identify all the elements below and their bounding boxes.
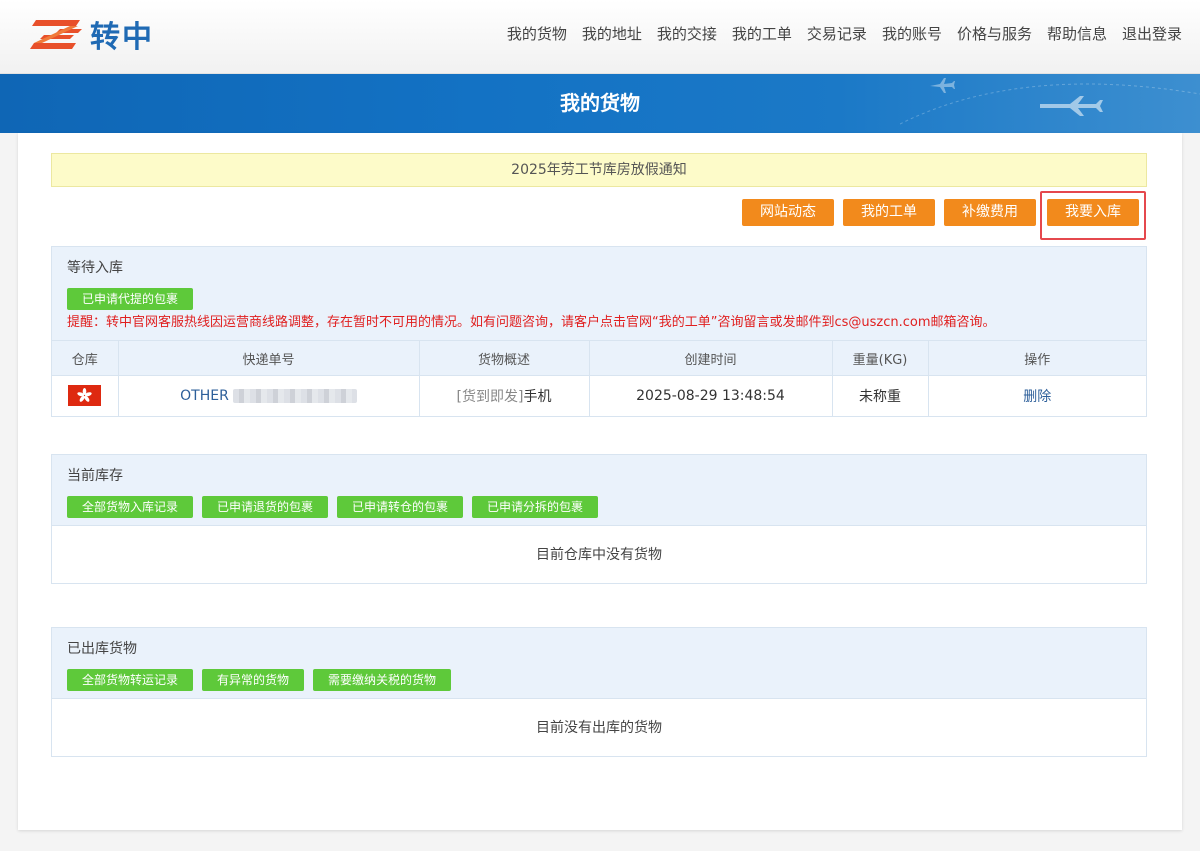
action-cell: 删除 <box>928 375 1146 416</box>
abnormal-cargo-tag[interactable]: 有异常的货物 <box>202 669 305 691</box>
return-requested-tag[interactable]: 已申请退货的包裹 <box>202 496 329 518</box>
weight-cell: 未称重 <box>832 375 929 416</box>
pending-tags: 已申请代提的包裹 <box>67 288 1131 314</box>
pending-panel-header: 等待入库 已申请代提的包裹 提醒：转中官网客服热线因运营商线路调整，存在暂时不可… <box>52 247 1146 340</box>
table-header-row: 仓库 快递单号 货物概述 创建时间 重量(KG) 操作 <box>52 340 1146 376</box>
page-banner: 我的货物 <box>0 74 1200 133</box>
shipped-tags: 全部货物转运记录 有异常的货物 需要缴纳关税的货物 <box>67 669 1131 698</box>
brand-name: 转中 <box>90 20 154 55</box>
hong-kong-flag-icon <box>68 385 102 407</box>
nav-my-account[interactable]: 我的账号 <box>882 22 942 46</box>
logo-mark-icon <box>30 20 82 49</box>
all-forwarding-records-tag[interactable]: 全部货物转运记录 <box>67 669 194 691</box>
nav-transactions[interactable]: 交易记录 <box>807 22 867 46</box>
table-row: OTHER [货到即发]手机 2025-08-29 13:48:54 未称重 删… <box>52 375 1146 416</box>
highlight-box: 我要入库 <box>1040 191 1146 240</box>
description-cell: [货到即发]手机 <box>419 375 590 416</box>
split-requested-tag[interactable]: 已申请分拆的包裹 <box>472 496 599 518</box>
holiday-notice[interactable]: 2025年劳工节库房放假通知 <box>51 153 1147 187</box>
inventory-panel: 当前库存 全部货物入库记录 已申请退货的包裹 已申请转仓的包裹 已申请分拆的包裹… <box>51 454 1147 584</box>
nav-logout[interactable]: 退出登录 <box>1122 22 1182 46</box>
pending-table: 仓库 快递单号 货物概述 创建时间 重量(KG) 操作 OTHER [货到即发]… <box>52 340 1146 416</box>
transfer-requested-tag[interactable]: 已申请转仓的包裹 <box>337 496 464 518</box>
item-description: 手机 <box>523 388 552 405</box>
col-warehouse: 仓库 <box>52 340 119 376</box>
inventory-empty-message: 目前仓库中没有货物 <box>52 525 1146 583</box>
shipped-panel-header: 已出库货物 全部货物转运记录 有异常的货物 需要缴纳关税的货物 <box>52 628 1146 698</box>
site-news-button[interactable]: 网站动态 <box>742 199 834 226</box>
delete-link[interactable]: 删除 <box>1023 389 1051 405</box>
top-nav: 我的货物 我的地址 我的交接 我的工单 交易记录 我的账号 价格与服务 帮助信息… <box>492 22 1182 46</box>
pending-panel: 等待入库 已申请代提的包裹 提醒：转中官网客服热线因运营商线路调整，存在暂时不可… <box>51 246 1147 417</box>
inventory-panel-header: 当前库存 全部货物入库记录 已申请退货的包裹 已申请转仓的包裹 已申请分拆的包裹 <box>52 455 1146 525</box>
action-bar: 网站动态 我的工单 补缴费用 我要入库 <box>733 191 1146 240</box>
col-weight: 重量(KG) <box>832 340 929 376</box>
nav-my-cargo[interactable]: 我的货物 <box>507 22 567 46</box>
brand-logo[interactable]: 转中 <box>30 13 170 55</box>
duty-payable-tag[interactable]: 需要缴纳关税的货物 <box>313 669 452 691</box>
nav-my-address[interactable]: 我的地址 <box>582 22 642 46</box>
check-in-button[interactable]: 我要入库 <box>1047 199 1139 226</box>
col-tracking: 快递单号 <box>118 340 420 376</box>
tracking-cell[interactable]: OTHER <box>118 375 420 416</box>
my-tickets-button[interactable]: 我的工单 <box>843 199 935 226</box>
main-card: 2025年劳工节库房放假通知 网站动态 我的工单 补缴费用 我要入库 等待入库 … <box>18 133 1182 830</box>
nav-help[interactable]: 帮助信息 <box>1047 22 1107 46</box>
carrier-label[interactable]: OTHER <box>180 388 229 404</box>
warehouse-cell <box>52 375 119 416</box>
shipped-panel: 已出库货物 全部货物转运记录 有异常的货物 需要缴纳关税的货物 目前没有出库的货… <box>51 627 1147 757</box>
inventory-tags: 全部货物入库记录 已申请退货的包裹 已申请转仓的包裹 已申请分拆的包裹 <box>67 496 1131 525</box>
pay-fees-button[interactable]: 补缴费用 <box>944 199 1036 226</box>
col-description: 货物概述 <box>419 340 590 376</box>
shipped-empty-message: 目前没有出库的货物 <box>52 698 1146 756</box>
ship-on-arrival-label: [货到即发] <box>456 388 524 405</box>
nav-my-tickets[interactable]: 我的工单 <box>732 22 792 46</box>
nav-my-handover[interactable]: 我的交接 <box>657 22 717 46</box>
col-action: 操作 <box>928 340 1146 376</box>
nav-pricing[interactable]: 价格与服务 <box>957 22 1032 46</box>
hotline-warning: 提醒：转中官网客服热线因运营商线路调整，存在暂时不可用的情况。如有问题咨询，请客… <box>67 315 996 330</box>
created-cell: 2025-08-29 13:48:54 <box>589 375 833 416</box>
top-header: 转中 我的货物 我的地址 我的交接 我的工单 交易记录 我的账号 价格与服务 帮… <box>0 0 1200 74</box>
pickup-requested-tag[interactable]: 已申请代提的包裹 <box>67 288 194 310</box>
page-title: 我的货物 <box>560 91 640 115</box>
redacted-tracking-number <box>232 388 357 403</box>
all-check-in-records-tag[interactable]: 全部货物入库记录 <box>67 496 194 518</box>
inventory-title: 当前库存 <box>67 468 123 484</box>
col-created: 创建时间 <box>589 340 833 376</box>
pending-title: 等待入库 <box>67 260 123 276</box>
shipped-title: 已出库货物 <box>67 641 137 657</box>
